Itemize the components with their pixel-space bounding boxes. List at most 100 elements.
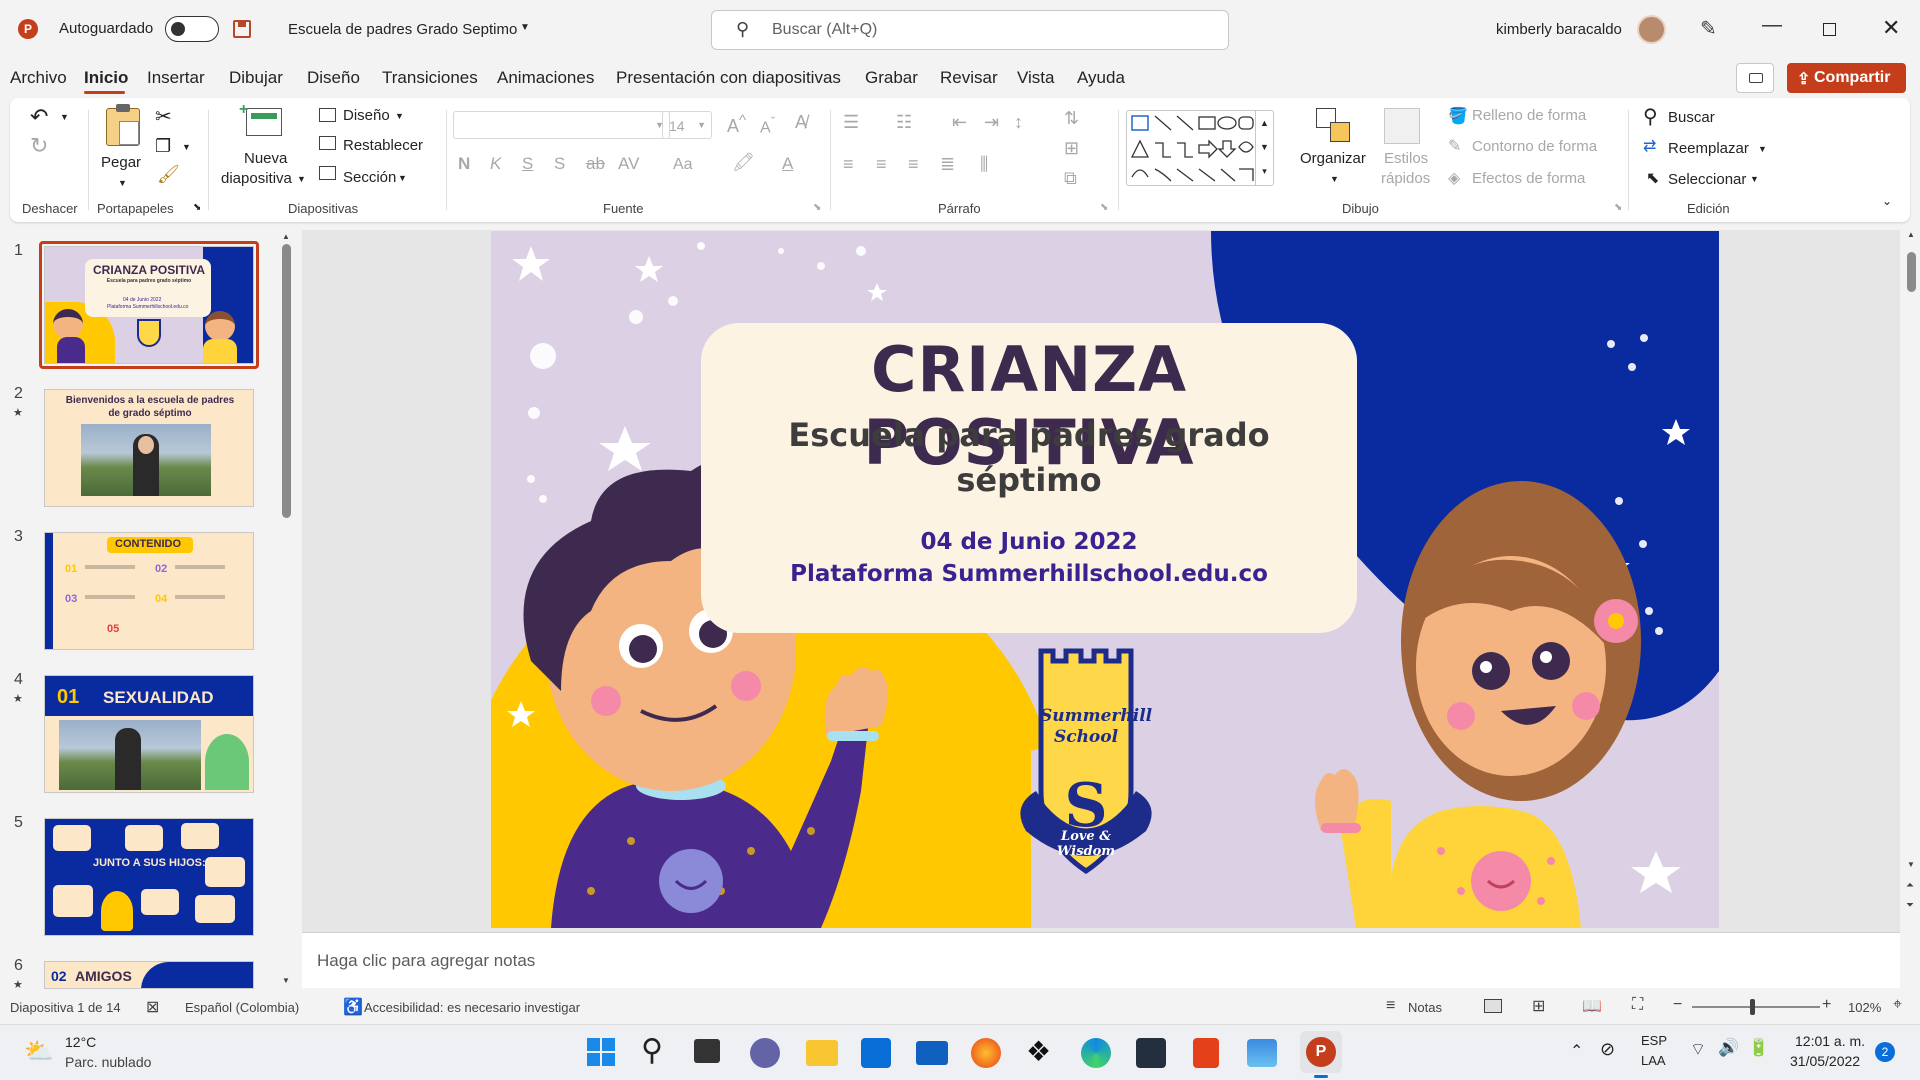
notification-badge[interactable]: 2	[1875, 1042, 1895, 1062]
taskbar-search-icon[interactable]: ⚲	[641, 1033, 663, 1068]
accessibility-status[interactable]: Accesibilidad: es necesario investigar	[364, 1000, 580, 1015]
notes-icon[interactable]: ≡	[1386, 997, 1395, 1015]
avatar[interactable]	[1637, 15, 1666, 44]
menu-presentacion[interactable]: Presentación con diapositivas	[616, 68, 841, 88]
zoom-in-icon[interactable]: +	[1822, 996, 1831, 1014]
slide-date[interactable]: 04 de Junio 2022	[701, 529, 1357, 555]
reading-view-icon[interactable]: 📖	[1582, 996, 1602, 1016]
copy-icon[interactable]: ❐	[155, 136, 171, 157]
menu-diseno[interactable]: Diseño	[307, 68, 360, 88]
thumbnail-slide-3[interactable]: CONTENIDO 01 02 03 04 05	[44, 532, 254, 650]
language-line2[interactable]: LAA	[1641, 1053, 1666, 1068]
copy-dropdown-icon[interactable]: ▼	[182, 142, 191, 152]
font-name-box[interactable]: ▼	[453, 111, 670, 139]
task-view-icon[interactable]	[694, 1039, 720, 1063]
thumbnail-scrollbar[interactable]	[282, 244, 291, 518]
maximize-icon[interactable]	[1823, 23, 1836, 36]
slide-platform[interactable]: Plataforma Summerhillschool.edu.co	[701, 561, 1357, 587]
menu-ayuda[interactable]: Ayuda	[1077, 68, 1125, 88]
menu-dibujar[interactable]: Dibujar	[229, 68, 283, 88]
zoom-slider[interactable]	[1692, 999, 1820, 1015]
save-icon[interactable]	[233, 20, 251, 38]
notes-button[interactable]: Notas	[1408, 1000, 1442, 1015]
zoom-out-icon[interactable]: −	[1673, 996, 1682, 1014]
slide-scrollbar[interactable]: ▲ ▼ ⏶ ⏷	[1903, 230, 1920, 930]
weather-icon[interactable]: ⛅	[24, 1037, 54, 1066]
new-slide-label1[interactable]: Nueva	[244, 150, 287, 167]
tray-app-icon[interactable]: ⊘	[1600, 1039, 1615, 1060]
autosave-toggle[interactable]	[165, 16, 219, 42]
replace-icon[interactable]: ⇄	[1643, 136, 1656, 156]
find-label[interactable]: Buscar	[1668, 109, 1715, 126]
chevron-down-icon[interactable]: ▼	[520, 22, 530, 33]
paste-icon[interactable]	[106, 104, 140, 146]
user-name[interactable]: kimberly baracaldo	[1496, 21, 1622, 38]
thumbnail-slide-1[interactable]: CRIANZA POSITIVA Escuela para padres gra…	[44, 246, 254, 364]
menu-transiciones[interactable]: Transiciones	[382, 68, 478, 88]
weather-temp[interactable]: 12°C	[65, 1034, 96, 1050]
clipboard-launcher-icon[interactable]: ⬊	[193, 202, 201, 213]
accessibility-icon[interactable]: ♿	[343, 997, 363, 1017]
arrange-dropdown-icon[interactable]: ▼	[1330, 174, 1339, 184]
dropbox-icon[interactable]: ❖	[1026, 1035, 1051, 1068]
reset-icon[interactable]	[319, 136, 336, 150]
next-slide-icon[interactable]: ⏷	[1906, 900, 1914, 911]
designer-pen-icon[interactable]: ✎	[1700, 16, 1717, 41]
scroll-up-icon[interactable]: ▲	[1907, 230, 1915, 239]
share-button[interactable]: ⇪ Compartir	[1787, 63, 1906, 93]
layout-dropdown-icon[interactable]: ▼	[395, 111, 404, 121]
select-icon[interactable]: ⬉	[1646, 168, 1659, 188]
thumbnail-slide-5[interactable]: JUNTO A SUS HIJOS:	[44, 818, 254, 936]
weather-desc[interactable]: Parc. nublado	[65, 1054, 151, 1070]
undo-dropdown-icon[interactable]: ▼	[60, 112, 69, 122]
shapes-gallery[interactable]: ▲ ▼ ▾	[1126, 110, 1274, 186]
slideshow-icon[interactable]: ⛶	[1632, 996, 1643, 1014]
file-explorer-icon[interactable]	[806, 1040, 838, 1066]
scroll-down-icon[interactable]: ▼	[282, 976, 290, 985]
thumbnail-slide-6[interactable]: 02 AMIGOS	[44, 961, 254, 989]
paste-dropdown-icon[interactable]: ▼	[118, 178, 127, 188]
section-dropdown-icon[interactable]: ▼	[398, 173, 407, 183]
menu-inicio[interactable]: Inicio	[84, 68, 128, 88]
arrange-icon[interactable]	[1316, 108, 1352, 144]
paste-label[interactable]: Pegar	[101, 154, 141, 171]
edge-icon[interactable]	[1081, 1038, 1111, 1068]
layout-icon[interactable]	[319, 108, 336, 122]
amazon-icon[interactable]	[1136, 1038, 1166, 1068]
volume-icon[interactable]: 🔊	[1718, 1038, 1739, 1058]
teams-chat-icon[interactable]	[750, 1038, 780, 1068]
thumbnail-slide-4[interactable]: 01 SEXUALIDAD	[44, 675, 254, 793]
prev-slide-icon[interactable]: ⏶	[1906, 880, 1914, 891]
start-icon[interactable]	[585, 1036, 619, 1070]
select-label[interactable]: Seleccionar	[1668, 171, 1746, 188]
spellcheck-icon[interactable]: ⊠	[146, 997, 159, 1017]
mail-icon[interactable]	[916, 1041, 948, 1065]
close-icon[interactable]: ✕	[1882, 15, 1900, 41]
menu-vista[interactable]: Vista	[1017, 68, 1055, 88]
scroll-down-icon[interactable]: ▼	[1907, 860, 1915, 869]
zoom-level[interactable]: 102%	[1848, 1000, 1881, 1015]
wifi-icon[interactable]: ⌔	[1690, 1039, 1706, 1060]
section-icon[interactable]	[319, 166, 336, 180]
new-slide-icon[interactable]: +	[239, 101, 282, 136]
gallery-scroll[interactable]: ▲ ▼ ▾	[1255, 111, 1273, 185]
search-input[interactable]: Buscar (Alt+Q)	[772, 21, 877, 39]
photos-icon[interactable]	[1247, 1039, 1277, 1067]
fit-slide-icon[interactable]: ⌖	[1893, 996, 1902, 1014]
font-size-box[interactable]: 14 ▼	[662, 111, 712, 139]
notes-pane[interactable]: Haga clic para agregar notas	[302, 932, 1900, 988]
thumbnail-slide-2[interactable]: Bienvenidos a la escuela de padres de gr…	[44, 389, 254, 507]
section-label[interactable]: Sección	[343, 169, 396, 186]
menu-animaciones[interactable]: Animaciones	[497, 68, 594, 88]
slide-subtitle-line1[interactable]: Escuela para padres grado	[701, 416, 1357, 454]
clock-date[interactable]: 31/05/2022	[1790, 1053, 1860, 1069]
ribbon-collapse-icon[interactable]: ⌄	[1882, 194, 1892, 208]
reset-label[interactable]: Restablecer	[343, 137, 423, 154]
firefox-icon[interactable]	[971, 1038, 1001, 1068]
menu-archivo[interactable]: Archivo	[10, 68, 67, 88]
find-icon[interactable]: ⚲	[1643, 104, 1658, 129]
language[interactable]: Español (Colombia)	[185, 1000, 299, 1015]
microsoft-store-icon[interactable]	[861, 1038, 891, 1068]
replace-label[interactable]: Reemplazar	[1668, 140, 1749, 157]
menu-revisar[interactable]: Revisar	[940, 68, 998, 88]
